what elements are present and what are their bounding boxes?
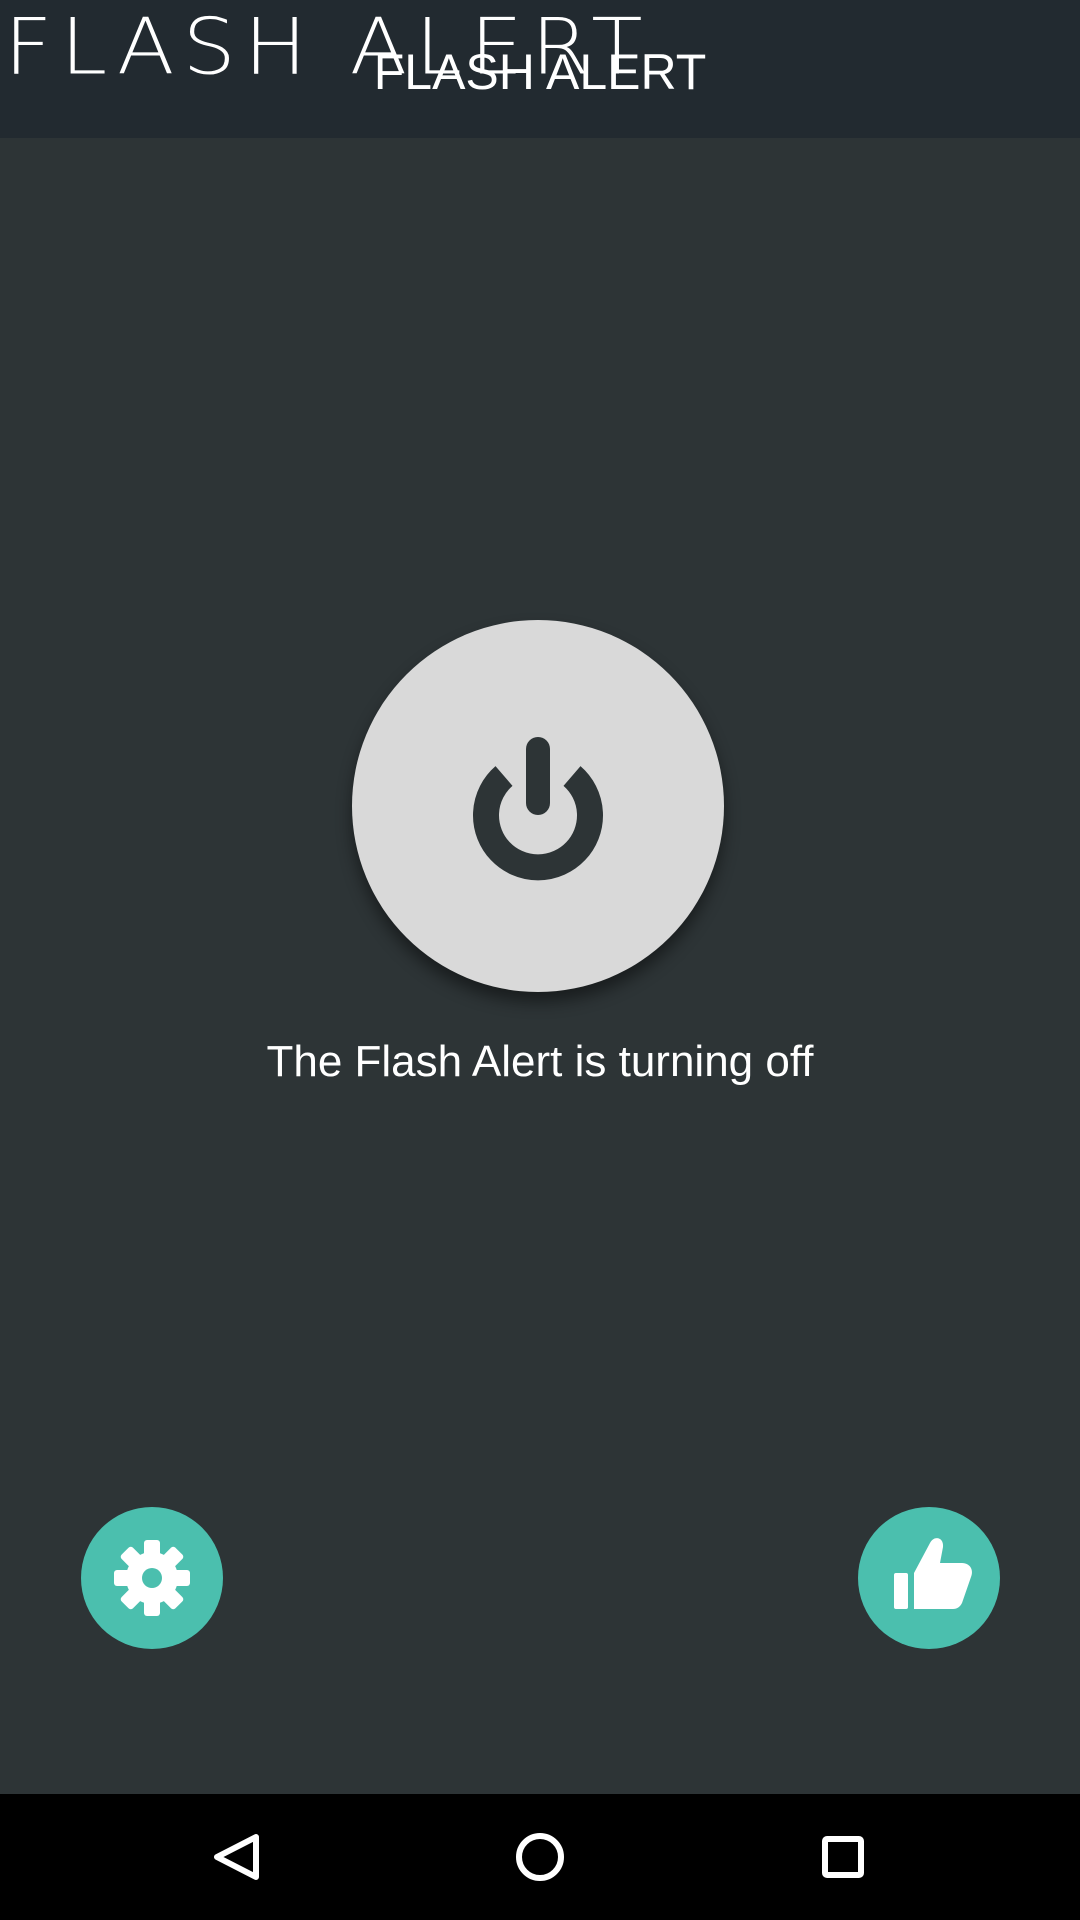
power-icon — [473, 737, 603, 881]
gear-icon — [114, 1540, 190, 1616]
settings-button[interactable] — [81, 1507, 223, 1649]
nav-back-button[interactable] — [157, 1794, 317, 1920]
status-message: The Flash Alert is turning off — [266, 1037, 814, 1086]
app-title: FLASH ALERT — [373, 44, 707, 100]
thumbs-up-icon — [894, 1538, 972, 1609]
app-bar: FLASH ALERT FLASH ALERT — [0, 0, 1080, 138]
recents-square-icon — [822, 1836, 864, 1878]
power-toggle-button[interactable] — [352, 620, 724, 992]
system-navigation-bar — [0, 1794, 1080, 1920]
nav-home-button[interactable] — [460, 1794, 620, 1920]
nav-recents-button[interactable] — [763, 1794, 923, 1920]
like-button[interactable] — [858, 1507, 1000, 1649]
back-triangle-icon — [214, 1834, 259, 1880]
home-circle-icon — [516, 1833, 564, 1881]
